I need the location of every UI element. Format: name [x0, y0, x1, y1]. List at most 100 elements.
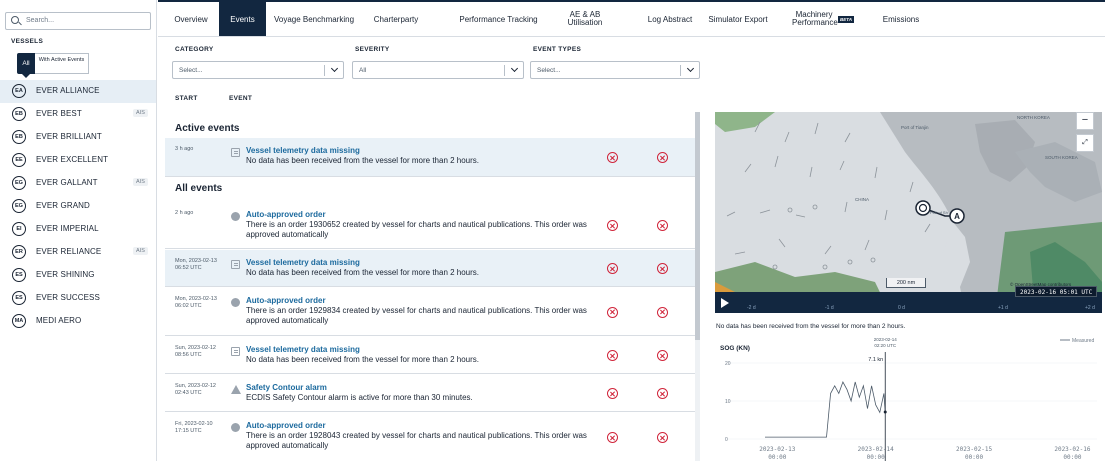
tab-events[interactable]: Events — [219, 2, 266, 36]
tab-label: Simulator Export — [708, 14, 768, 24]
event-title[interactable]: Vessel telemetry data missing — [246, 345, 360, 354]
vessel-name: EVER ALLIANCE — [36, 86, 100, 95]
event-row[interactable]: 3 h ago Vessel telemetry data missing No d… — [165, 138, 695, 176]
dismiss-icon[interactable] — [607, 350, 618, 361]
vessel-initials-badge: EB — [12, 130, 26, 144]
vessel-name: MEDI AERO — [36, 316, 82, 325]
event-row[interactable]: Fri, 2023-02-10 17:15 UTC Auto-approved o… — [165, 413, 695, 461]
vessel-item[interactable]: EB EVER BRILLIANT — [0, 126, 156, 149]
close-event-icon[interactable] — [657, 263, 668, 274]
event-time: Sun, 2023-02-12 08:56 UTC — [175, 345, 216, 358]
info-icon — [231, 212, 240, 221]
vessels-heading: VESSELS — [11, 38, 44, 45]
vessel-initials-badge: MA — [12, 314, 26, 328]
category-value: Select... — [179, 67, 203, 74]
expand-icon: ⤢ — [1082, 139, 1088, 146]
close-event-icon[interactable] — [657, 306, 668, 318]
tab-overview[interactable]: Overview — [166, 2, 216, 36]
cursor-date: 2023-02-14 — [874, 337, 898, 342]
tab-log-abstract[interactable]: Log Abstract — [644, 2, 696, 36]
event-types-select[interactable]: Select... — [530, 61, 700, 79]
event-title[interactable]: Vessel telemetry data missing — [246, 258, 360, 267]
dismiss-icon[interactable] — [607, 306, 618, 318]
close-event-icon[interactable] — [657, 152, 668, 163]
event-title[interactable]: Auto-approved order — [246, 421, 326, 430]
row-divider — [165, 286, 695, 287]
event-time: Fri, 2023-02-10 17:15 UTC — [175, 421, 213, 434]
event-time: 3 h ago — [175, 146, 194, 152]
timeline-bar[interactable]: -2 d -1 d 0 d +1 d +2 d 2023-02-16 05:01… — [715, 286, 1102, 313]
chevron-down-icon — [686, 64, 695, 73]
vessel-item[interactable]: MA MEDI AERO — [0, 310, 156, 333]
vessel-item[interactable]: ES EVER SUCCESS — [0, 287, 156, 310]
ais-badge: AIS — [133, 247, 148, 255]
filter-active-events-button[interactable]: With Active Events — [35, 53, 89, 74]
dismiss-icon[interactable] — [607, 263, 618, 274]
event-description: There is an order 1929834 created by ves… — [246, 306, 587, 325]
tab-emissions[interactable]: Emissions — [876, 2, 926, 36]
tab-charterparty[interactable]: Charterparty — [366, 2, 426, 36]
tab-ae-ab-utilisation[interactable]: AE & AB Utilisation — [560, 2, 610, 36]
sog-chart: SOG (KN)Measured010202023-02-1300:002023… — [720, 337, 1097, 461]
event-title[interactable]: Safety Contour alarm — [246, 383, 327, 392]
vessel-item[interactable]: ES EVER SHINING — [0, 264, 156, 287]
vessel-item[interactable]: ER EVER RELIANCE AIS — [0, 241, 156, 264]
event-row[interactable]: Mon, 2023-02-13 06:02 UTC Auto-approved o… — [165, 288, 695, 335]
category-select[interactable]: Select... — [172, 61, 344, 79]
vessel-item[interactable]: EI EVER IMPERIAL — [0, 218, 156, 241]
vessel-list: EA EVER ALLIANCE EB EVER BEST AIS EB EVER BRIL… — [0, 80, 156, 333]
vessel-item[interactable]: EG EVER GALLANT AIS — [0, 172, 156, 195]
vessel-name: EVER BEST — [36, 109, 82, 118]
close-event-icon[interactable] — [657, 350, 668, 361]
tab-label: Events — [230, 14, 255, 24]
fullscreen-button[interactable]: ⤢ — [1076, 134, 1094, 152]
message-icon — [231, 347, 240, 356]
severity-value: All — [359, 67, 367, 74]
close-event-icon[interactable] — [657, 432, 668, 443]
vessel-map[interactable]: A Port of Tianjin NORTH KOREA SOUTH KORE… — [715, 112, 1102, 313]
severity-label: SEVERITY — [355, 46, 390, 53]
vessel-item[interactable]: EE EVER EXCELLENT — [0, 149, 156, 172]
filter-all-button[interactable]: All — [17, 53, 35, 74]
zoom-out-button[interactable]: − — [1076, 112, 1094, 130]
dismiss-icon[interactable] — [607, 388, 618, 399]
x-tick-time: 00:00 — [867, 454, 885, 461]
event-row[interactable]: Sun, 2023-02-12 08:56 UTC Vessel telemetr… — [165, 337, 695, 373]
column-event: EVENT — [229, 95, 253, 102]
tab-simulator-export[interactable]: Simulator Export — [701, 2, 775, 36]
event-row[interactable]: Mon, 2023-02-13 06:52 UTC Vessel telemetr… — [165, 250, 695, 286]
vessel-item[interactable]: EB EVER BEST AIS — [0, 103, 156, 126]
event-title[interactable]: Auto-approved order — [246, 296, 326, 305]
event-time: Mon, 2023-02-13 06:52 UTC — [175, 258, 217, 271]
dismiss-icon[interactable] — [607, 432, 618, 443]
search-input[interactable]: Search... — [5, 12, 151, 30]
tab-machinery-performance[interactable]: Machinery Performance BETA — [786, 2, 860, 36]
event-description: ECDIS Safety Contour alarm is active for… — [246, 393, 473, 402]
vessel-initials-badge: EE — [12, 153, 26, 167]
vessel-initials-badge: EB — [12, 107, 26, 121]
event-row[interactable]: Sun, 2023-02-12 02:43 UTC Safety Contour … — [165, 375, 695, 411]
severity-select[interactable]: All — [352, 61, 524, 79]
vessel-item[interactable]: EG EVER GRAND — [0, 195, 156, 218]
cursor-value: 7.1 kn — [868, 357, 883, 363]
vessel-initials-badge: ER — [12, 245, 26, 259]
ais-badge: AIS — [133, 109, 148, 117]
close-event-icon[interactable] — [657, 220, 668, 231]
scrollbar-thumb[interactable] — [695, 112, 700, 340]
dismiss-icon[interactable] — [607, 220, 618, 231]
event-title[interactable]: Vessel telemetry data missing — [246, 146, 360, 155]
event-title[interactable]: Auto-approved order — [246, 210, 326, 219]
tab-performance-tracking[interactable]: Performance Tracking — [451, 2, 546, 36]
play-icon[interactable] — [721, 298, 729, 308]
y-tick-label: 20 — [725, 361, 731, 367]
tab-voyage-benchmarking[interactable]: Voyage Benchmarking — [270, 2, 358, 36]
vessel-name: EVER EXCELLENT — [36, 155, 109, 164]
y-tick-label: 10 — [725, 399, 731, 405]
vessel-item[interactable]: EA EVER ALLIANCE — [0, 80, 156, 103]
event-row[interactable]: 2 h ago Auto-approved order There is an or… — [165, 202, 695, 248]
vessel-name: EVER BRILLIANT — [36, 132, 102, 141]
vessel-name: EVER IMPERIAL — [36, 224, 99, 233]
dismiss-icon[interactable] — [607, 152, 618, 163]
close-event-icon[interactable] — [657, 388, 668, 399]
beta-badge: BETA — [838, 15, 854, 23]
